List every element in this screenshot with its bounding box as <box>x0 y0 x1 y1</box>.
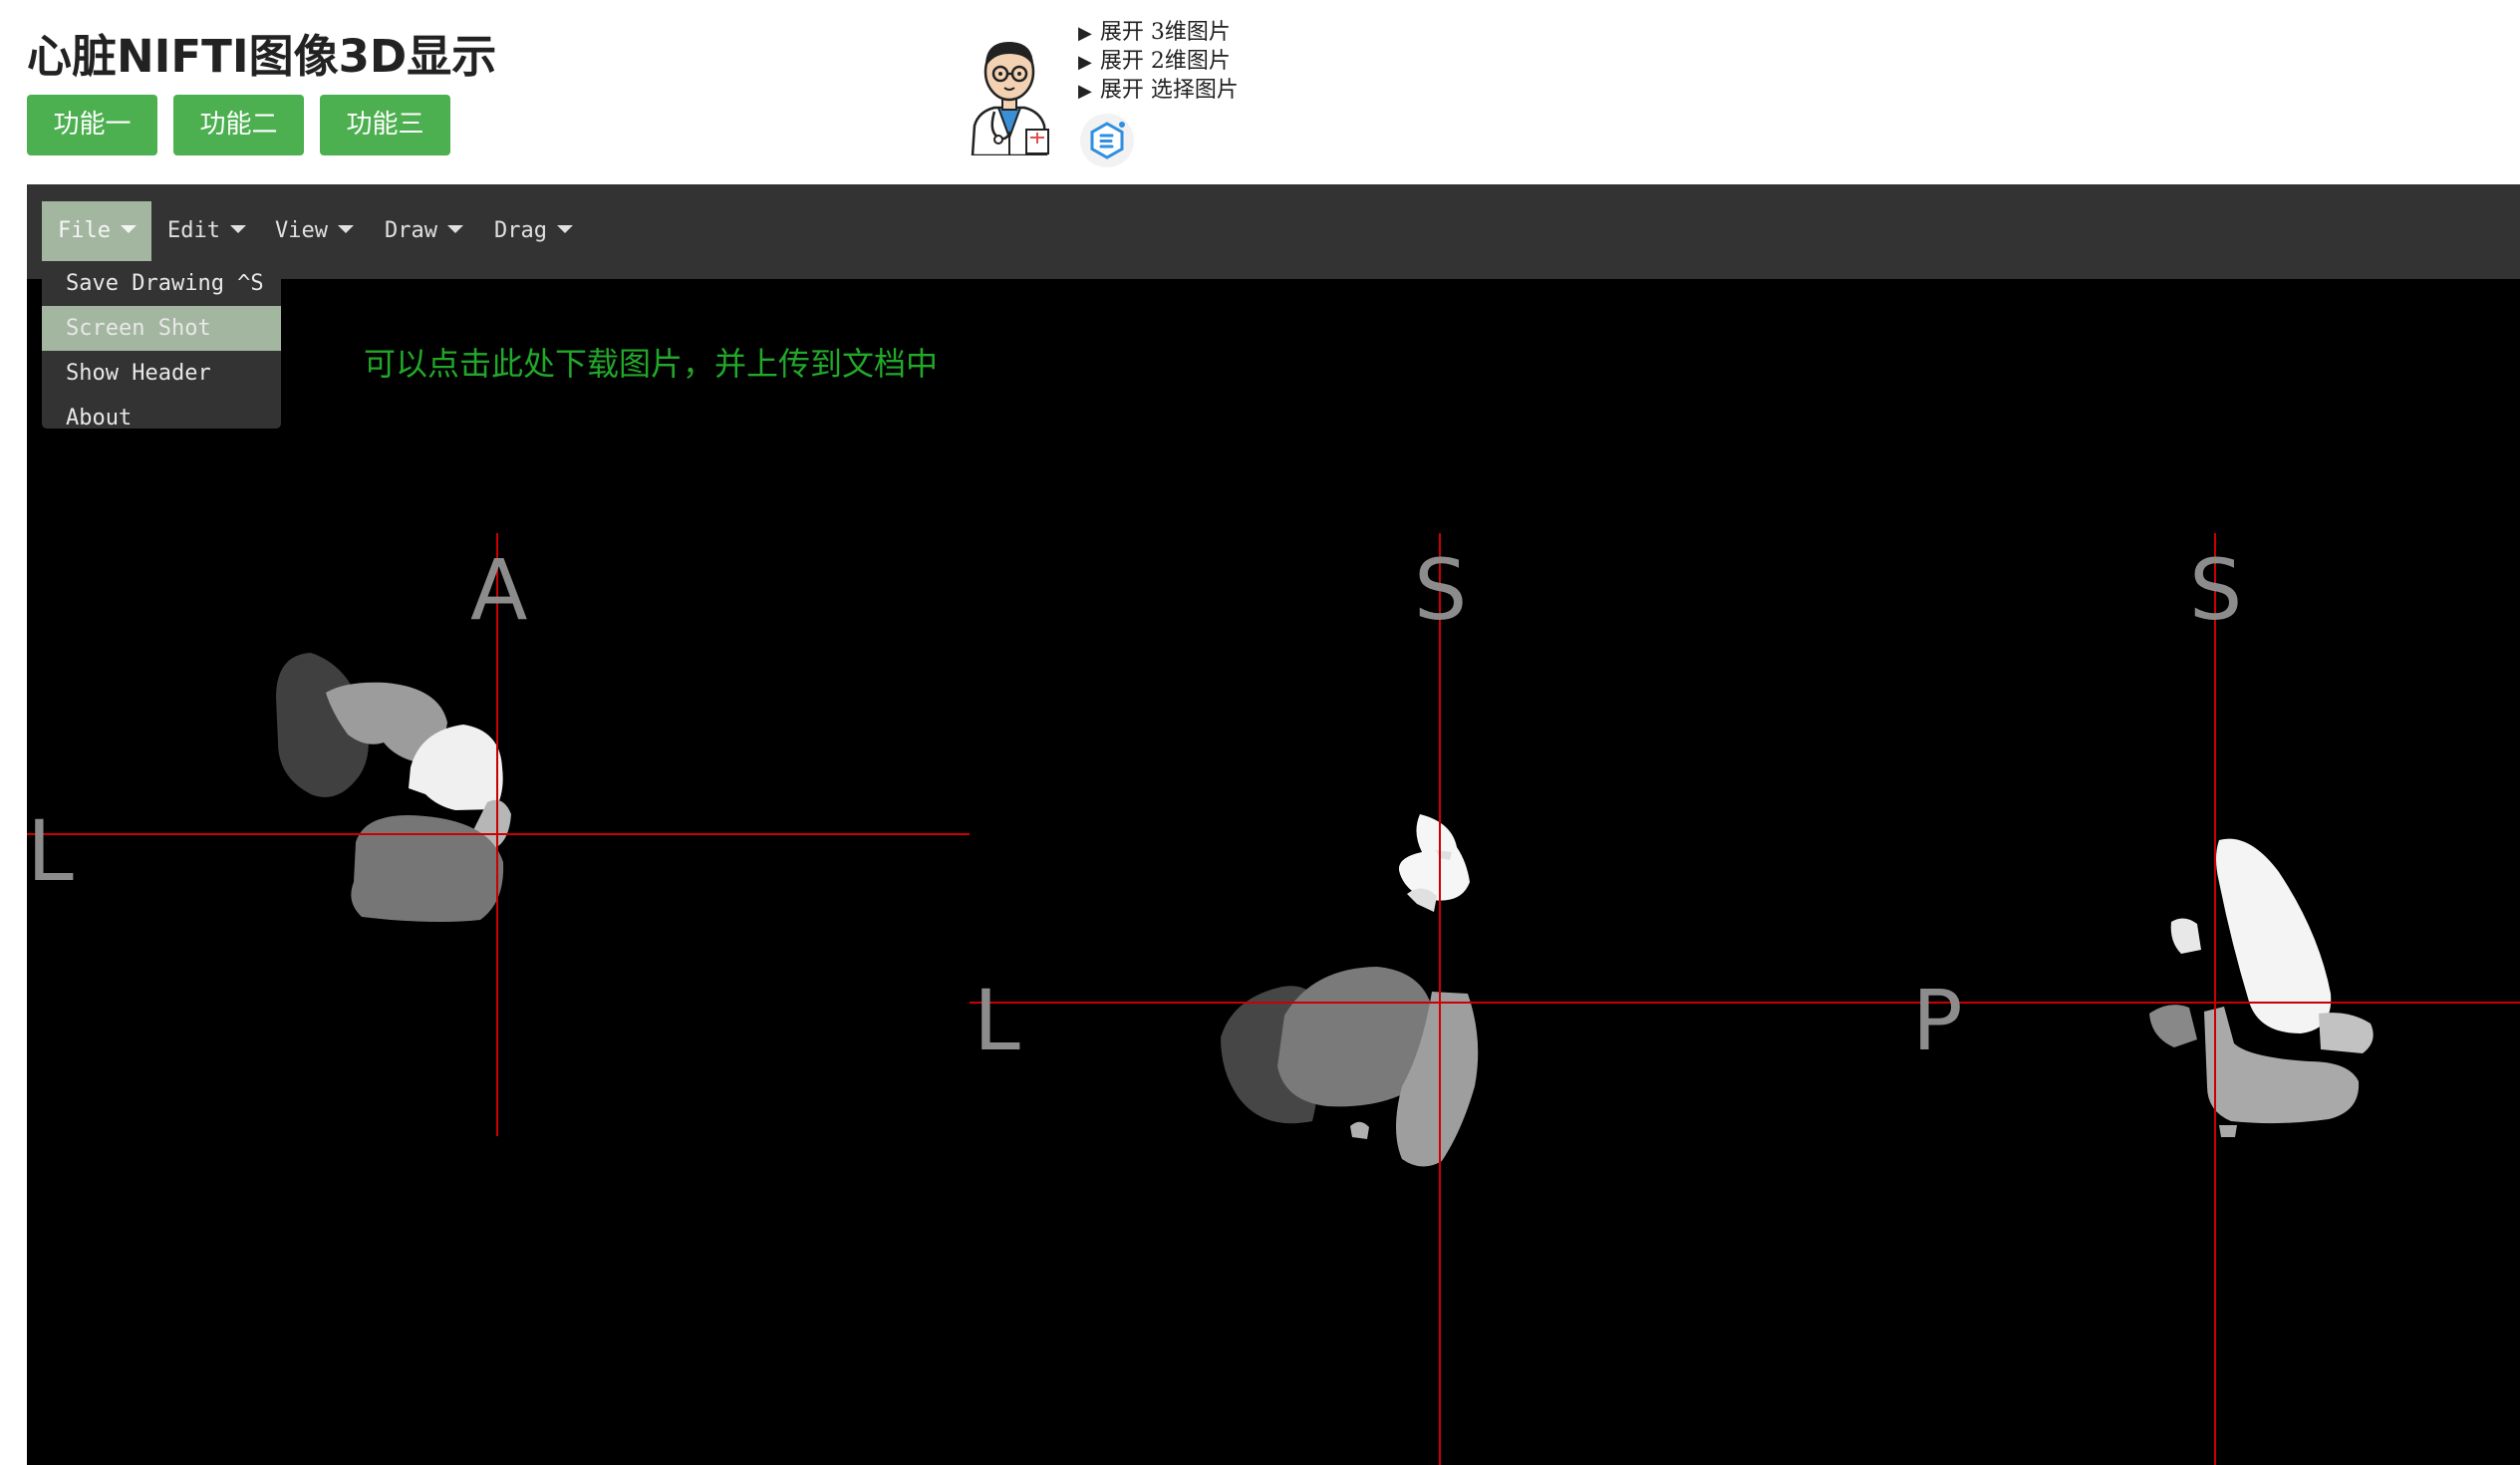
heart-region <box>2319 1013 2374 1053</box>
menu-label: Edit <box>167 218 220 243</box>
heart-region <box>2170 918 2201 954</box>
menu-item-about[interactable]: About <box>42 396 281 440</box>
orientation-label-left: L <box>27 802 74 900</box>
expander-select-images[interactable]: ▶ 展开 选择图片 <box>1078 76 1239 105</box>
e-logo-icon[interactable] <box>1078 112 1136 169</box>
function-two-button[interactable]: 功能二 <box>173 95 304 155</box>
viewer-menubar: File Edit View Draw Drag <box>27 184 2520 279</box>
menu-item-screen-shot[interactable]: Screen Shot <box>42 306 281 351</box>
coronal-view: S L <box>970 533 1920 1465</box>
expander-2d-images[interactable]: ▶ 展开 2维图片 <box>1078 47 1239 76</box>
menu-draw[interactable]: Draw <box>369 201 478 261</box>
menu-file[interactable]: File <box>42 201 151 261</box>
orientation-label-left: L <box>974 972 1020 1069</box>
page-title: 心脏NIFTI图像3D显示 <box>27 30 497 83</box>
orientation-label-top: A <box>470 541 527 639</box>
doctor-avatar-icon <box>971 42 1049 155</box>
caret-down-icon <box>337 225 354 233</box>
heart-region <box>1350 1121 1369 1139</box>
caret-down-icon <box>446 225 463 233</box>
menu-item-save-drawing[interactable]: Save Drawing ^S <box>42 261 281 306</box>
expander-label: 展开 3维图片 <box>1099 20 1231 45</box>
menu-label: File <box>58 218 111 243</box>
menu-view[interactable]: View <box>259 201 369 261</box>
axial-view: A L <box>27 533 970 1136</box>
function-one-button[interactable]: 功能一 <box>27 95 157 155</box>
menu-label: Draw <box>385 218 437 243</box>
menu-label: Drag <box>494 218 547 243</box>
caret-down-icon <box>229 225 246 233</box>
nifti-viewer[interactable]: A L S L S P File Edit View Draw Drag Sav… <box>27 184 2520 1465</box>
expander-label: 展开 2维图片 <box>1099 49 1231 74</box>
expand-arrow-icon: ▶ <box>1078 23 1092 44</box>
heart-region <box>2149 1005 2197 1047</box>
expand-arrow-icon: ▶ <box>1078 52 1092 73</box>
screenshot-hint-text: 可以点击此处下载图片，并上传到文档中 <box>364 345 939 383</box>
expander-list: ▶ 展开 3维图片 ▶ 展开 2维图片 ▶ 展开 选择图片 <box>1078 18 1239 105</box>
expander-label: 展开 选择图片 <box>1099 78 1239 103</box>
menu-edit[interactable]: Edit <box>151 201 259 261</box>
sagittal-view: S P <box>1912 533 2520 1465</box>
heart-region <box>2216 838 2332 1033</box>
caret-down-icon <box>120 225 137 233</box>
file-dropdown-menu: Save Drawing ^S Screen Shot Show Header … <box>42 261 281 431</box>
orientation-label-top: S <box>1414 541 1467 639</box>
heart-region <box>1398 814 1470 901</box>
function-three-button[interactable]: 功能三 <box>320 95 450 155</box>
menu-label: View <box>275 218 328 243</box>
caret-down-icon <box>556 225 573 233</box>
menu-drag[interactable]: Drag <box>478 201 588 261</box>
app-root: 心脏NIFTI图像3D显示 功能一 功能二 功能三 ▶ 展开 3维图片 ▶ 展开… <box>0 0 2520 1465</box>
expand-arrow-icon: ▶ <box>1078 81 1092 102</box>
expander-3d-images[interactable]: ▶ 展开 3维图片 <box>1078 18 1239 47</box>
orientation-label-top: S <box>2189 541 2242 639</box>
heart-region <box>2219 1125 2237 1137</box>
orientation-label-left: P <box>1912 972 1963 1069</box>
menu-item-show-header[interactable]: Show Header <box>42 351 281 396</box>
